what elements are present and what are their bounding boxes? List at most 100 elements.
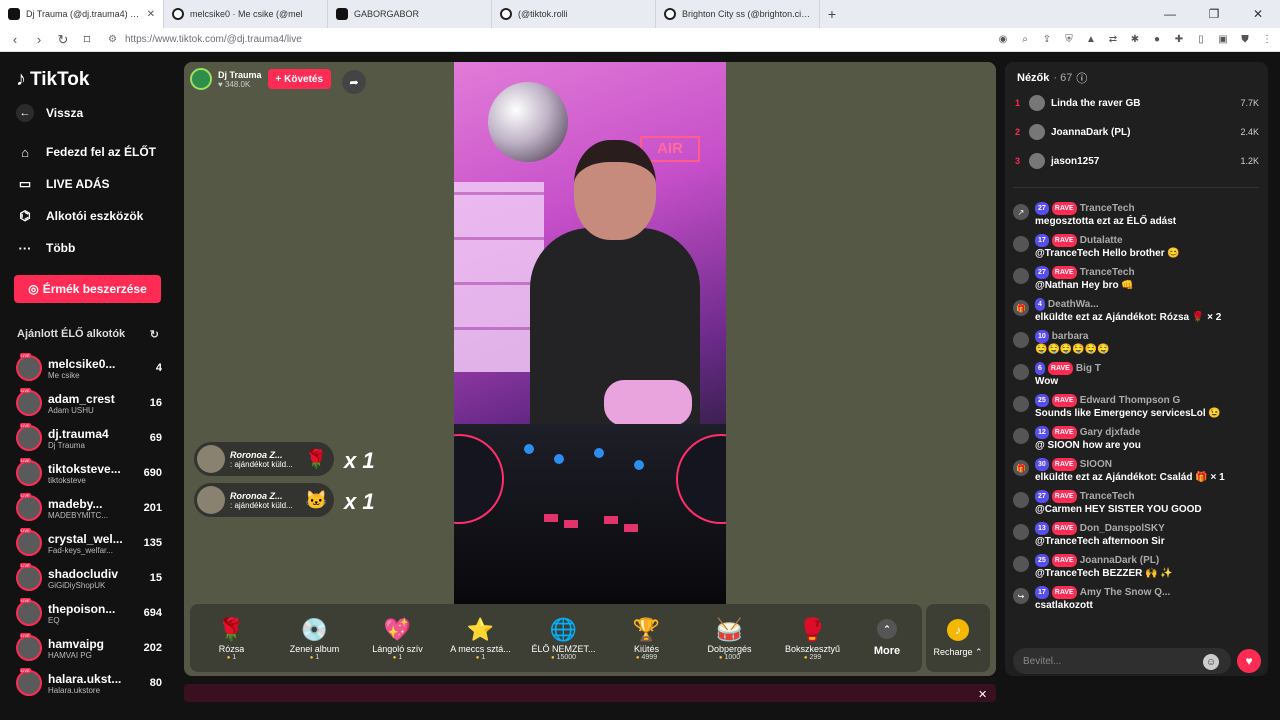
chat-username[interactable]: Edward Thompson G bbox=[1080, 394, 1181, 407]
recommended-creator[interactable]: LIVE adam_crest Adam USHU 16 bbox=[16, 386, 162, 420]
browser-tab[interactable]: Brighton City ss (@brighton.city) ÉLŐ bbox=[656, 0, 820, 28]
browser-tab[interactable]: Dj Trauma (@dj.trauma4) ÉLŐ ✕ bbox=[0, 0, 164, 28]
recommended-creator[interactable]: LIVE madeby... MADEBYMITC... 201 bbox=[16, 491, 162, 525]
top-viewer[interactable]: 1 Linda the raver GB 7.7K bbox=[1015, 92, 1259, 114]
minimize-button[interactable]: — bbox=[1148, 0, 1192, 28]
chat-username[interactable]: Gary djxfade bbox=[1080, 426, 1141, 439]
chat-message[interactable]: 25 RAVE JoannaDark (PL) @TranceTech BEZZER … bbox=[1013, 554, 1261, 580]
gift-item[interactable]: 🌐ÉLŐ NEMZET...15000 bbox=[522, 604, 605, 672]
chat-message[interactable]: 🎁 30 RAVE SIOON elküldte ezt az Ajándékot: C… bbox=[1013, 458, 1261, 484]
chat-message[interactable]: 6 RAVE Big T Wow bbox=[1013, 362, 1261, 388]
viewer-name: jason1257 bbox=[1051, 155, 1100, 167]
follow-button[interactable]: + Követés bbox=[267, 69, 332, 89]
nav-live-broadcast[interactable]: ▭ LIVE ADÁS bbox=[16, 175, 110, 193]
share-icon[interactable]: ⇪ bbox=[1040, 33, 1054, 47]
top-viewer[interactable]: 3 jason1257 1.2K bbox=[1015, 150, 1259, 172]
chat-input[interactable] bbox=[1013, 648, 1231, 674]
chat-message[interactable]: 27 RAVE TranceTech @Carmen HEY SISTER YOU G… bbox=[1013, 490, 1261, 516]
recommended-creator[interactable]: LIVE shadocludiv GiGiDiyShopUK 15 bbox=[16, 561, 162, 595]
chat-username[interactable]: Don_DanspolSKY bbox=[1080, 522, 1165, 535]
nav-explore-live[interactable]: ⌂ Fedezd fel az ÉLŐT bbox=[16, 143, 156, 161]
gift-item[interactable]: 💖Lángoló szív1 bbox=[356, 604, 439, 672]
tiktok-logo[interactable]: ♪ TikTok bbox=[16, 68, 89, 91]
nav-creator-tools[interactable]: ⌬ Alkotói eszközök bbox=[16, 207, 143, 225]
forward-arrow-icon[interactable]: › bbox=[30, 32, 48, 47]
chat-message[interactable]: 13 RAVE Don_DanspolSKY @TranceTech afternoo… bbox=[1013, 522, 1261, 548]
extensions-puzzle-icon[interactable]: ✚ bbox=[1172, 33, 1186, 47]
refresh-icon[interactable]: ↻ bbox=[150, 328, 159, 341]
browser-tab[interactable]: melcsike0 · Me csike (@mel bbox=[164, 0, 328, 28]
cast-icon[interactable]: ◉ bbox=[996, 33, 1010, 47]
chat-username[interactable]: barbara bbox=[1052, 330, 1089, 343]
emoji-icon[interactable]: ☺ bbox=[1203, 654, 1219, 670]
reload-icon[interactable]: ↻ bbox=[54, 32, 72, 48]
chat-username[interactable]: TranceTech bbox=[1080, 202, 1135, 215]
new-tab-button[interactable]: + bbox=[820, 0, 844, 28]
close-window-button[interactable]: ✕ bbox=[1236, 0, 1280, 28]
chat-message[interactable]: 10 barbara 🤤🤤🤤🤤🤤🤤 bbox=[1013, 330, 1261, 356]
heart-button[interactable]: ♥ bbox=[1237, 649, 1261, 673]
live-video[interactable]: AIR bbox=[454, 62, 726, 606]
chat-message[interactable]: ↗ 27 RAVE TranceTech megosztotta ezt az ÉLŐ … bbox=[1013, 202, 1261, 228]
chat-message[interactable]: 17 RAVE Dutalatte @TranceTech Hello brother… bbox=[1013, 234, 1261, 260]
chat-username[interactable]: DeathWa... bbox=[1048, 298, 1099, 311]
sidebar-toggle-icon[interactable]: ▯ bbox=[1194, 33, 1208, 47]
chat-message[interactable]: 12 RAVE Gary djxfade @ SIOON how are you bbox=[1013, 426, 1261, 452]
recommended-creator[interactable]: LIVE hamvaipg HAMVAI PG 202 bbox=[16, 631, 162, 665]
gift-item[interactable]: 🥁Dobpergés1000 bbox=[688, 604, 771, 672]
chat-username[interactable]: JoannaDark (PL) bbox=[1080, 554, 1159, 567]
browser-tab[interactable]: GABORGABOR bbox=[328, 0, 492, 28]
recharge-button[interactable]: ♪ Recharge ⌃ bbox=[926, 604, 990, 672]
more-gifts-button[interactable]: ⌃ More bbox=[854, 604, 920, 672]
url-field[interactable]: ⚙ https://www.tiktok.com/@dj.trauma4/liv… bbox=[102, 31, 902, 49]
get-coins-button[interactable]: ◎ Érmék beszerzése bbox=[14, 275, 161, 303]
recommended-creator[interactable]: LIVE halara.ukst... Halara.ukstore 80 bbox=[16, 666, 162, 700]
recommended-creator[interactable]: LIVE dj.trauma4 Dj Trauma 69 bbox=[16, 421, 162, 455]
back-button[interactable]: ← Vissza bbox=[16, 104, 83, 122]
info-icon[interactable]: ⓘ bbox=[1076, 70, 1087, 86]
maximize-button[interactable]: ❐ bbox=[1192, 0, 1236, 28]
extension-icon[interactable]: ● bbox=[1150, 33, 1164, 47]
recommended-creator[interactable]: LIVE tiktoksteve... tiktoksteve 690 bbox=[16, 456, 162, 490]
rewards-icon[interactable]: ▲ bbox=[1084, 33, 1098, 47]
host-avatar[interactable] bbox=[190, 68, 212, 90]
wallet-icon[interactable]: ▣ bbox=[1216, 33, 1230, 47]
gift-item[interactable]: 🥊Bokszkesztyű299 bbox=[771, 604, 854, 672]
gift-item[interactable]: 🌹Rózsa1 bbox=[190, 604, 273, 672]
chat-header: 25 RAVE JoannaDark (PL) bbox=[1035, 554, 1261, 567]
gift-item[interactable]: 💿Zenei album1 bbox=[273, 604, 356, 672]
close-icon[interactable]: ✕ bbox=[978, 688, 987, 701]
recommended-creator[interactable]: LIVE thepoison... EQ 694 bbox=[16, 596, 162, 630]
chat-feed[interactable]: ↗ 27 RAVE TranceTech megosztotta ezt az ÉLŐ … bbox=[1013, 202, 1261, 642]
creator-name: tiktoksteve... bbox=[48, 461, 121, 476]
chat-message[interactable]: ↪ 17 RAVE Amy The Snow Q... csatlakozott bbox=[1013, 586, 1261, 612]
chat-message[interactable]: 25 RAVE Edward Thompson G Sounds like Emerg… bbox=[1013, 394, 1261, 420]
extension-icon[interactable]: ✱ bbox=[1128, 33, 1142, 47]
gift-item[interactable]: 🏆Kiütés4999 bbox=[605, 604, 688, 672]
host-name[interactable]: Dj Trauma bbox=[218, 70, 262, 80]
close-tab-icon[interactable]: ✕ bbox=[147, 9, 155, 20]
chat-username[interactable]: Dutalatte bbox=[1080, 234, 1123, 247]
gift-item[interactable]: ⭐A meccs sztá...1 bbox=[439, 604, 522, 672]
chat-username[interactable]: SIOON bbox=[1080, 458, 1112, 471]
top-viewer[interactable]: 2 JoannaDark (PL) 2.4K bbox=[1015, 121, 1259, 143]
recommended-creator[interactable]: LIVE melcsike0... Me csike 4 bbox=[16, 351, 162, 385]
translate-icon[interactable]: ⇄ bbox=[1106, 33, 1120, 47]
chat-message[interactable]: 27 RAVE TranceTech @Nathan Hey bro 👊 bbox=[1013, 266, 1261, 292]
recommended-creator[interactable]: LIVE crystal_wel... Fad-keys_welfar... 135 bbox=[16, 526, 162, 560]
chat-username[interactable]: Big T bbox=[1076, 362, 1101, 375]
chat-username[interactable]: Amy The Snow Q... bbox=[1080, 586, 1171, 599]
site-info-icon[interactable]: ⚙ bbox=[108, 34, 117, 45]
back-arrow-icon[interactable]: ‹ bbox=[6, 32, 24, 47]
chat-username[interactable]: TranceTech bbox=[1080, 490, 1135, 503]
brave-shield-icon[interactable]: ⛨ bbox=[1062, 33, 1076, 47]
nav-more[interactable]: ··· Több bbox=[16, 239, 76, 257]
chat-username[interactable]: TranceTech bbox=[1080, 266, 1135, 279]
share-button[interactable]: ➦ bbox=[342, 70, 366, 94]
menu-icon[interactable]: ⋮ bbox=[1260, 33, 1274, 47]
bookmark-icon[interactable]: ⌑ bbox=[78, 32, 96, 48]
browser-tab[interactable]: (@tiktok.rolli bbox=[492, 0, 656, 28]
chat-message[interactable]: 🎁 4 DeathWa... elküldte ezt az Ajándékot: R… bbox=[1013, 298, 1261, 324]
zoom-icon[interactable]: ⌕ bbox=[1018, 33, 1032, 47]
vpn-icon[interactable]: ⛊ bbox=[1238, 33, 1252, 47]
